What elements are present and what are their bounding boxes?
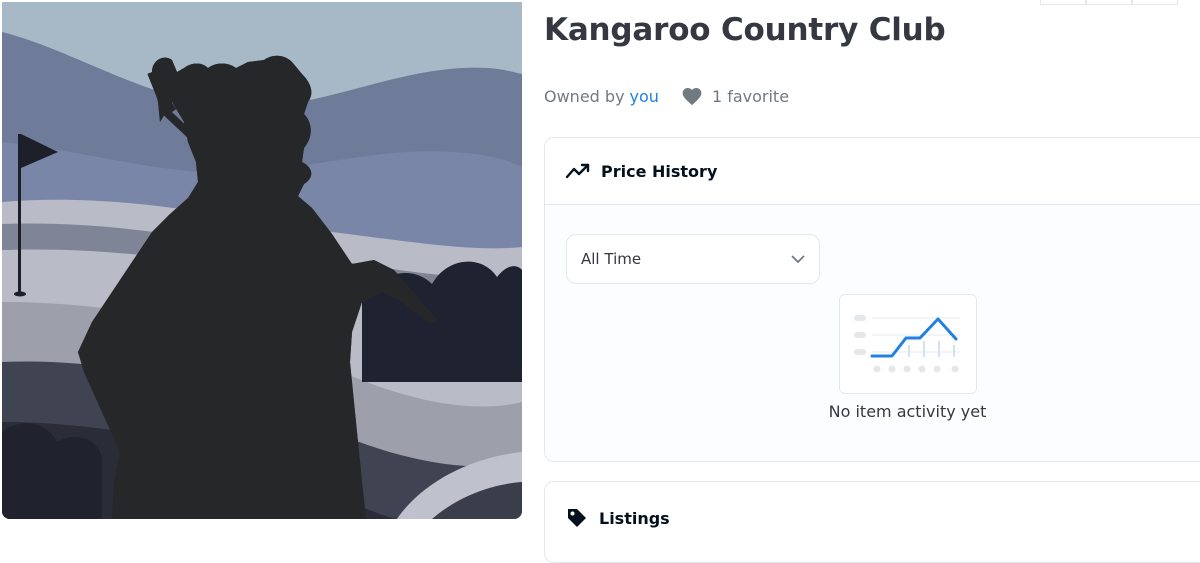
time-range-select[interactable]: All Time bbox=[566, 234, 820, 284]
listings-title: Listings bbox=[599, 508, 670, 528]
owned-by-label: Owned by bbox=[544, 86, 625, 106]
listings-header[interactable]: Listings bbox=[545, 482, 1200, 550]
item-title: Kangaroo Country Club bbox=[544, 12, 946, 48]
toolbar-button-2[interactable] bbox=[1086, 0, 1132, 5]
chevron-down-icon bbox=[791, 255, 805, 263]
nft-artwork-image[interactable]: ? ? bbox=[2, 2, 522, 519]
empty-activity-message: No item activity yet bbox=[828, 402, 987, 421]
tag-icon bbox=[568, 509, 586, 527]
nft-artwork-frame[interactable]: ? ? bbox=[0, 0, 524, 522]
empty-chart-illustration bbox=[839, 294, 977, 394]
heart-icon[interactable] bbox=[681, 86, 703, 106]
price-history-header[interactable]: Price History bbox=[545, 138, 1200, 205]
item-meta: Owned by you 1 favorite bbox=[544, 84, 789, 108]
toolbar-button-1[interactable] bbox=[1040, 0, 1086, 5]
time-range-value: All Time bbox=[581, 250, 642, 268]
owner-link[interactable]: you bbox=[630, 87, 659, 106]
toolbar-button-3[interactable] bbox=[1132, 0, 1178, 5]
favorites-count: 1 favorite bbox=[711, 86, 790, 106]
trend-line-icon bbox=[566, 163, 590, 179]
price-history-title: Price History bbox=[601, 161, 718, 181]
price-history-body: All Time No item activity yet bbox=[545, 205, 1200, 461]
listings-panel: Listings bbox=[544, 481, 1200, 563]
price-history-panel: Price History All Time No item activity … bbox=[544, 137, 1200, 462]
